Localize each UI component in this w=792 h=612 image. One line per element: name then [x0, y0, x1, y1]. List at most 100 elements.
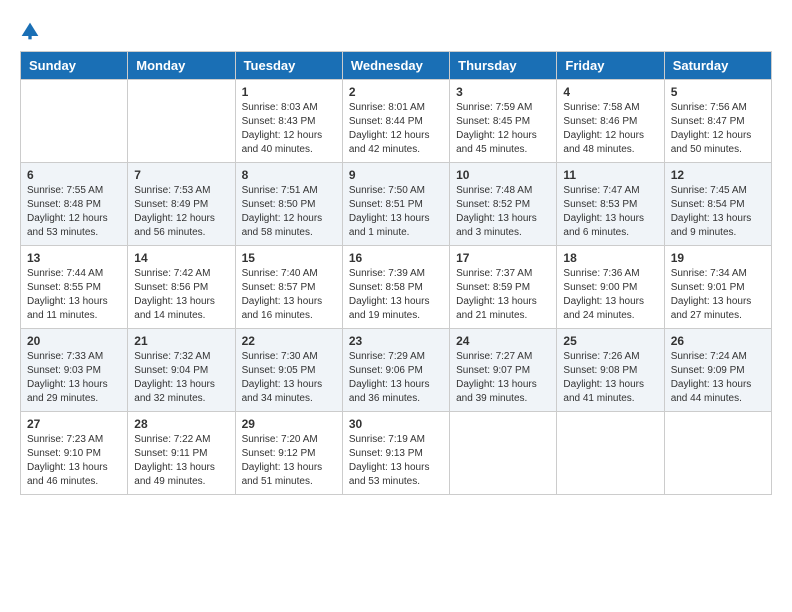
day-number: 16	[349, 251, 443, 265]
calendar-cell: 25 Sunrise: 7:26 AM Sunset: 9:08 PM Dayli…	[557, 329, 664, 412]
day-of-week-header: Sunday	[21, 52, 128, 80]
day-number: 20	[27, 334, 121, 348]
day-info: Sunrise: 7:36 AM Sunset: 9:00 PM Dayligh…	[563, 267, 657, 323]
calendar-cell	[664, 412, 771, 495]
day-number: 2	[349, 85, 443, 99]
calendar-cell: 24 Sunrise: 7:27 AM Sunset: 9:07 PM Dayli…	[450, 329, 557, 412]
day-info: Sunrise: 7:30 AM Sunset: 9:05 PM Dayligh…	[242, 350, 336, 406]
day-number: 15	[242, 251, 336, 265]
day-number: 28	[134, 417, 228, 431]
day-number: 19	[671, 251, 765, 265]
calendar-cell: 1 Sunrise: 8:03 AM Sunset: 8:43 PM Daylig…	[235, 80, 342, 163]
day-of-week-header: Wednesday	[342, 52, 449, 80]
calendar-cell: 17 Sunrise: 7:37 AM Sunset: 8:59 PM Dayli…	[450, 246, 557, 329]
day-info: Sunrise: 7:50 AM Sunset: 8:51 PM Dayligh…	[349, 184, 443, 240]
day-info: Sunrise: 7:39 AM Sunset: 8:58 PM Dayligh…	[349, 267, 443, 323]
day-number: 30	[349, 417, 443, 431]
day-info: Sunrise: 7:40 AM Sunset: 8:57 PM Dayligh…	[242, 267, 336, 323]
calendar-cell: 26Sunrise: 7:24 AM Sunset: 9:09 PM Dayli…	[664, 329, 771, 412]
day-number: 14	[134, 251, 228, 265]
day-info: Sunrise: 7:42 AM Sunset: 8:56 PM Dayligh…	[134, 267, 228, 323]
day-info: Sunrise: 7:26 AM Sunset: 9:08 PM Dayligh…	[563, 350, 657, 406]
calendar-week-row: 20 Sunrise: 7:33 AM Sunset: 9:03 PM Dayli…	[21, 329, 772, 412]
calendar-cell: 28Sunrise: 7:22 AM Sunset: 9:11 PM Dayli…	[128, 412, 235, 495]
day-number: 24	[456, 334, 550, 348]
day-number: 27	[27, 417, 121, 431]
day-info: Sunrise: 7:29 AM Sunset: 9:06 PM Dayligh…	[349, 350, 443, 406]
day-number: 26	[671, 334, 765, 348]
day-info: Sunrise: 7:19 AM Sunset: 9:13 PM Dayligh…	[349, 433, 443, 489]
calendar-cell: 27 Sunrise: 7:23 AM Sunset: 9:10 PM Dayli…	[21, 412, 128, 495]
calendar-cell: 2 Sunrise: 8:01 AM Sunset: 8:44 PM Daylig…	[342, 80, 449, 163]
day-info: Sunrise: 7:23 AM Sunset: 9:10 PM Dayligh…	[27, 433, 121, 489]
logo-icon	[20, 21, 40, 41]
day-number: 7	[134, 168, 228, 182]
calendar-cell: 22 Sunrise: 7:30 AM Sunset: 9:05 PM Dayli…	[235, 329, 342, 412]
day-of-week-header: Tuesday	[235, 52, 342, 80]
day-info: Sunrise: 7:53 AM Sunset: 8:49 PM Dayligh…	[134, 184, 228, 240]
day-info: Sunrise: 7:33 AM Sunset: 9:03 PM Dayligh…	[27, 350, 121, 406]
day-info: Sunrise: 7:37 AM Sunset: 8:59 PM Dayligh…	[456, 267, 550, 323]
day-number: 29	[242, 417, 336, 431]
day-number: 1	[242, 85, 336, 99]
calendar-cell: 12 Sunrise: 7:45 AM Sunset: 8:54 PM Dayli…	[664, 163, 771, 246]
day-info: Sunrise: 7:32 AM Sunset: 9:04 PM Dayligh…	[134, 350, 228, 406]
calendar-week-row: 1 Sunrise: 8:03 AM Sunset: 8:43 PM Daylig…	[21, 80, 772, 163]
calendar-cell	[128, 80, 235, 163]
calendar-header-row: SundayMondayTuesdayWednesdayThursdayFrid…	[21, 52, 772, 80]
calendar-week-row: 13Sunrise: 7:44 AM Sunset: 8:55 PM Dayli…	[21, 246, 772, 329]
day-info: Sunrise: 7:56 AM Sunset: 8:47 PM Dayligh…	[671, 101, 765, 157]
day-info: Sunrise: 7:59 AM Sunset: 8:45 PM Dayligh…	[456, 101, 550, 157]
calendar-cell	[450, 412, 557, 495]
day-info: Sunrise: 8:03 AM Sunset: 8:43 PM Dayligh…	[242, 101, 336, 157]
day-of-week-header: Friday	[557, 52, 664, 80]
day-info: Sunrise: 7:51 AM Sunset: 8:50 PM Dayligh…	[242, 184, 336, 240]
calendar-cell: 14 Sunrise: 7:42 AM Sunset: 8:56 PM Dayli…	[128, 246, 235, 329]
day-number: 8	[242, 168, 336, 182]
calendar-cell: 9 Sunrise: 7:50 AM Sunset: 8:51 PM Daylig…	[342, 163, 449, 246]
calendar-cell: 8 Sunrise: 7:51 AM Sunset: 8:50 PM Daylig…	[235, 163, 342, 246]
day-number: 10	[456, 168, 550, 182]
calendar: SundayMondayTuesdayWednesdayThursdayFrid…	[20, 51, 772, 495]
day-number: 12	[671, 168, 765, 182]
logo	[20, 20, 44, 41]
day-number: 3	[456, 85, 550, 99]
day-number: 17	[456, 251, 550, 265]
calendar-cell: 20 Sunrise: 7:33 AM Sunset: 9:03 PM Dayli…	[21, 329, 128, 412]
day-number: 21	[134, 334, 228, 348]
day-number: 6	[27, 168, 121, 182]
calendar-cell: 13Sunrise: 7:44 AM Sunset: 8:55 PM Dayli…	[21, 246, 128, 329]
day-info: Sunrise: 7:58 AM Sunset: 8:46 PM Dayligh…	[563, 101, 657, 157]
calendar-week-row: 6 Sunrise: 7:55 AM Sunset: 8:48 PM Daylig…	[21, 163, 772, 246]
day-info: Sunrise: 7:20 AM Sunset: 9:12 PM Dayligh…	[242, 433, 336, 489]
calendar-cell	[557, 412, 664, 495]
day-number: 9	[349, 168, 443, 182]
day-info: Sunrise: 7:45 AM Sunset: 8:54 PM Dayligh…	[671, 184, 765, 240]
day-number: 18	[563, 251, 657, 265]
calendar-cell: 16 Sunrise: 7:39 AM Sunset: 8:58 PM Dayli…	[342, 246, 449, 329]
day-number: 5	[671, 85, 765, 99]
day-number: 22	[242, 334, 336, 348]
day-of-week-header: Saturday	[664, 52, 771, 80]
calendar-cell: 4 Sunrise: 7:58 AM Sunset: 8:46 PM Daylig…	[557, 80, 664, 163]
day-of-week-header: Monday	[128, 52, 235, 80]
calendar-cell: 19Sunrise: 7:34 AM Sunset: 9:01 PM Dayli…	[664, 246, 771, 329]
calendar-cell: 6 Sunrise: 7:55 AM Sunset: 8:48 PM Daylig…	[21, 163, 128, 246]
day-number: 11	[563, 168, 657, 182]
calendar-week-row: 27 Sunrise: 7:23 AM Sunset: 9:10 PM Dayli…	[21, 412, 772, 495]
calendar-cell: 21 Sunrise: 7:32 AM Sunset: 9:04 PM Dayli…	[128, 329, 235, 412]
day-number: 25	[563, 334, 657, 348]
day-info: Sunrise: 7:55 AM Sunset: 8:48 PM Dayligh…	[27, 184, 121, 240]
calendar-cell	[21, 80, 128, 163]
calendar-cell: 29 Sunrise: 7:20 AM Sunset: 9:12 PM Dayli…	[235, 412, 342, 495]
day-of-week-header: Thursday	[450, 52, 557, 80]
day-info: Sunrise: 7:27 AM Sunset: 9:07 PM Dayligh…	[456, 350, 550, 406]
day-info: Sunrise: 7:48 AM Sunset: 8:52 PM Dayligh…	[456, 184, 550, 240]
calendar-cell: 23Sunrise: 7:29 AM Sunset: 9:06 PM Dayli…	[342, 329, 449, 412]
calendar-cell: 7 Sunrise: 7:53 AM Sunset: 8:49 PM Daylig…	[128, 163, 235, 246]
day-number: 4	[563, 85, 657, 99]
calendar-cell: 11Sunrise: 7:47 AM Sunset: 8:53 PM Dayli…	[557, 163, 664, 246]
day-info: Sunrise: 8:01 AM Sunset: 8:44 PM Dayligh…	[349, 101, 443, 157]
header	[20, 20, 772, 41]
calendar-cell: 3 Sunrise: 7:59 AM Sunset: 8:45 PM Daylig…	[450, 80, 557, 163]
